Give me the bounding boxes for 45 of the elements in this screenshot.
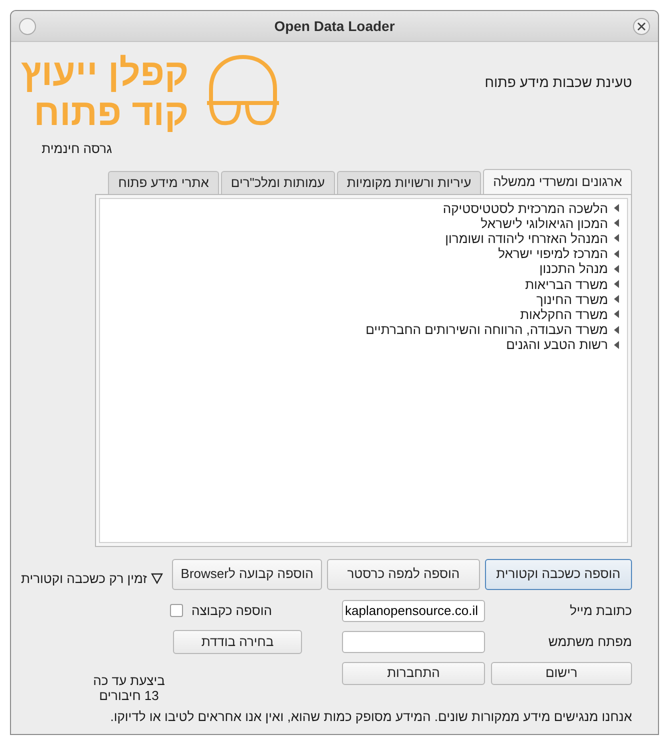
tree-item[interactable]: המנהל האזרחי ליהודה ושומרון — [445, 230, 608, 246]
close-icon — [637, 22, 646, 30]
collapsed-arrow-icon[interactable] — [614, 219, 619, 228]
collapsed-arrow-icon[interactable] — [614, 250, 619, 258]
register-button[interactable]: רישום — [491, 662, 632, 684]
collapsed-arrow-icon[interactable] — [614, 204, 619, 212]
add-button[interactable]: הוספה כשכבה וקטורית — [484, 558, 632, 590]
tree-item[interactable]: משרד הבריאות — [525, 276, 608, 292]
collapsed-arrow-icon[interactable] — [614, 280, 619, 288]
connection-counter: ביצעת עד כה 13 חיבורים — [92, 672, 166, 702]
add-button[interactable]: הוספה קבועה לBrowser — [172, 558, 322, 590]
collapsed-arrow-icon[interactable] — [614, 310, 619, 318]
group-checkbox[interactable]: הוספה כקבוצה — [21, 600, 272, 620]
user-key-field[interactable] — [342, 630, 485, 652]
connect-button[interactable]: התחברות — [342, 662, 485, 684]
add-button[interactable]: הוספה למפה כרסטר — [327, 558, 480, 590]
tab[interactable]: עיריות ורשויות מקומיות — [336, 170, 482, 194]
tree-item[interactable]: משרד החינוך — [536, 292, 608, 307]
tree-item[interactable]: המכון הגיאולוגי לישראל — [480, 216, 608, 231]
availability-dropdown[interactable]: זמין רק כשכבה וקטורית — [21, 569, 163, 588]
close-button[interactable] — [633, 18, 650, 34]
tree-item[interactable]: משרד החקלאות — [520, 306, 608, 322]
dropdown-triangle-icon — [150, 573, 163, 584]
header-title: טעינת שכבות מידע פתוח — [484, 73, 632, 92]
tree-item[interactable]: משרד העבודה, הרווחה והשירותים החברתיים — [366, 322, 608, 338]
tab[interactable]: עמותות ומלכ"רים — [220, 170, 335, 194]
tree-item[interactable]: המרכז למיפוי ישראל — [498, 246, 608, 262]
window-title: Open Data Loader — [274, 16, 395, 36]
tree-item[interactable]: הלשכה המרכזית לסטטיסטיקה — [442, 200, 608, 216]
email-field[interactable]: kaplanopensource.co.il — [342, 600, 485, 622]
collapsed-arrow-icon[interactable] — [614, 340, 619, 349]
email-label: כתובת מייל — [568, 602, 632, 620]
single-select-button[interactable]: בחירה בודדת — [173, 630, 302, 654]
tree-item[interactable]: רשות הטבע והגנים — [506, 337, 608, 352]
tree-item[interactable]: מנהל התכנון — [539, 261, 608, 276]
user-key-label: מפתח משתמש — [547, 632, 632, 651]
disclaimer-text: אנחנו מנגישים מידע ממקורות שונים. המידע מסופק כמות שהוא, ואין אנו אחראים לטיבו או לדיוקו. — [110, 708, 632, 726]
collapsed-arrow-icon[interactable] — [614, 264, 619, 273]
collapsed-arrow-icon[interactable] — [614, 234, 619, 242]
tab[interactable]: ארגונים ומשרדי ממשלה — [483, 168, 632, 194]
edition-label: גרסה חינמית — [42, 140, 112, 158]
tab[interactable]: אתרי מידע פתוח — [108, 170, 219, 194]
logo-text: קפלן ייעוץ קוד פתוח — [21, 53, 189, 133]
collapsed-arrow-icon[interactable] — [614, 326, 619, 334]
collapsed-arrow-icon[interactable] — [614, 295, 619, 304]
